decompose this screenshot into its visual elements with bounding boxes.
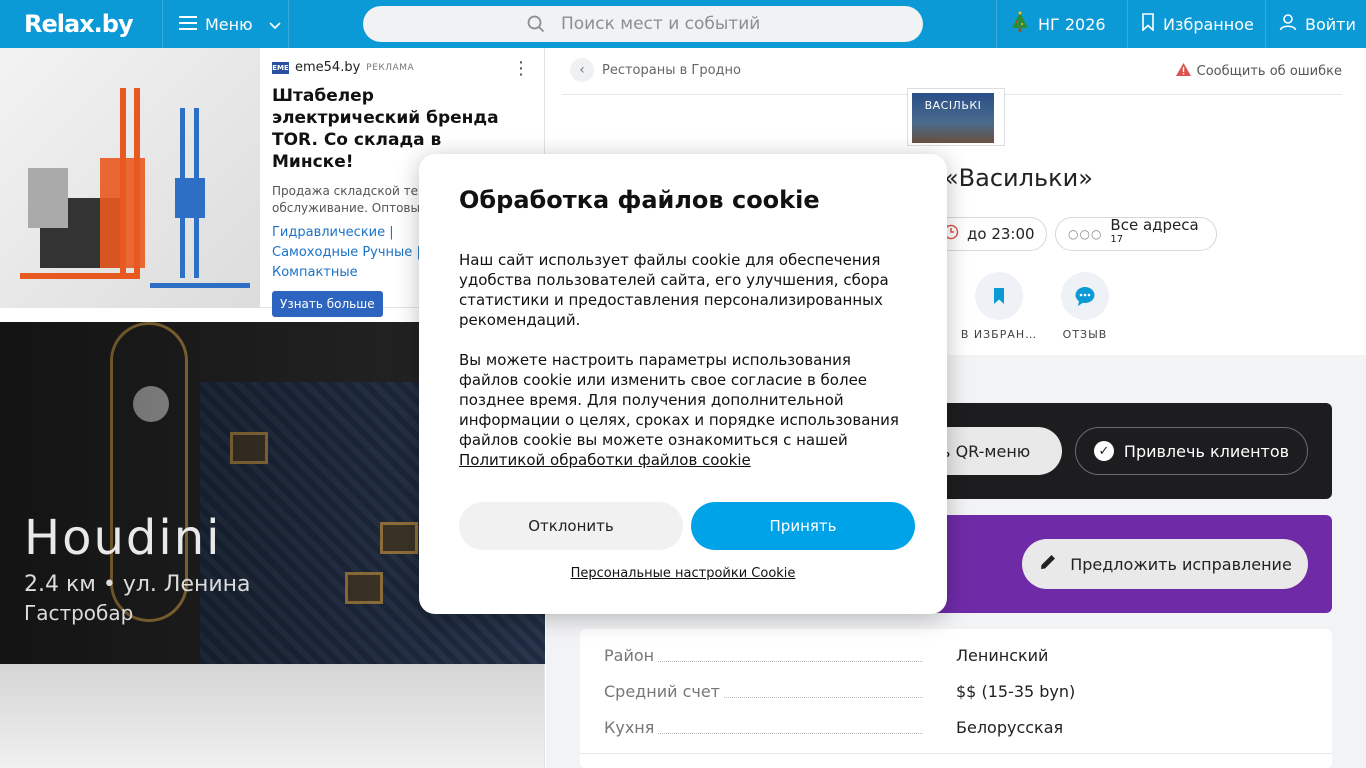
ad-learn-more-button[interactable]: Узнать больше [272, 291, 383, 317]
more-options-icon[interactable]: ⋮ [512, 60, 530, 78]
review-button[interactable]: ОТЗЫВ [1045, 272, 1125, 341]
breadcrumb[interactable]: ‹ Рестораны в Гродно [570, 58, 741, 82]
cookie-paragraph: Вы можете настроить параметры использова… [459, 351, 899, 469]
warning-icon [1175, 63, 1191, 80]
new-year-link[interactable]: НГ 2026 [996, 0, 1127, 48]
cookie-dialog-title: Обработка файлов cookie [459, 186, 820, 214]
ad-source-domain: eme54.by [295, 60, 361, 75]
suggest-edit-label: Предложить исправление [1070, 554, 1292, 574]
add-to-favorites-button[interactable]: В ИЗБРАН… [959, 272, 1039, 341]
ad-tag: РЕКЛАМА [366, 62, 415, 73]
accept-button[interactable]: Принять [691, 502, 915, 550]
favorites-label: Избранное [1163, 14, 1254, 34]
all-addresses-label: Все адреса 17 [1110, 216, 1199, 245]
ad-image[interactable] [0, 48, 260, 308]
bookmark-filled-icon [975, 272, 1023, 320]
cookie-settings-link[interactable]: Персональные настройки Cookie [419, 566, 947, 581]
site-logo[interactable]: Relax.by [0, 10, 162, 38]
info-card: Район Ленинский Средний счет $$ (15-35 b… [580, 629, 1332, 768]
christmas-tree-icon [1010, 11, 1030, 37]
info-row: Кухня Белорусская [604, 718, 1308, 738]
chat-bubble-icon [1061, 272, 1109, 320]
left-bottom-area [0, 664, 545, 768]
pencil-icon [1038, 552, 1058, 576]
attract-clients-label: Привлечь клиентов [1123, 441, 1290, 461]
promo-type: Гастробар [24, 601, 134, 625]
info-key: Район [604, 646, 659, 665]
info-key: Кухня [604, 718, 659, 737]
hours-label: до 23:00 [967, 225, 1035, 243]
header-right-nav: НГ 2026 Избранное Войти [996, 0, 1366, 48]
addresses-count: 17 [1110, 234, 1124, 245]
decline-button[interactable]: Отклонить [459, 502, 683, 550]
search-placeholder: Поиск мест и событий [561, 14, 761, 34]
breadcrumb-label[interactable]: Рестораны в Гродно [602, 63, 741, 78]
all-addresses-pill[interactable]: ○○○ Все адреса 17 [1055, 216, 1217, 251]
cookie-paragraph: Наш сайт использует файлы cookie для обе… [459, 251, 889, 329]
info-value: Ленинский [956, 646, 1049, 665]
promo-distance-address: 2.4 км • ул. Ленина [24, 572, 251, 597]
suggest-edit-button[interactable]: Предложить исправление [1022, 539, 1308, 589]
bookmark-icon [1141, 13, 1155, 35]
info-value: $$ (15-35 byn) [956, 682, 1076, 701]
attract-clients-button[interactable]: ✓ Привлечь клиентов [1075, 427, 1308, 475]
user-icon [1279, 13, 1297, 35]
promo-title: Houdini [24, 510, 222, 566]
place-logo[interactable]: ВАСІЛЬКІ [907, 88, 1005, 146]
divider [580, 753, 1332, 754]
menu-button[interactable]: Меню [162, 0, 289, 48]
search-input[interactable]: Поиск мест и событий [363, 6, 923, 42]
ad-source-badge: EME [272, 61, 289, 74]
login-link[interactable]: Войти [1265, 0, 1366, 48]
report-error-label: Сообщить об ошибке [1196, 64, 1342, 79]
info-row: Район Ленинский [604, 646, 1308, 666]
chevron-down-icon [269, 15, 281, 34]
top-header: Relax.by Меню Поиск мест и событий НГ 20… [0, 0, 1366, 48]
cookie-policy-link[interactable]: Политикой обработки файлов cookie [459, 451, 751, 469]
report-error-link[interactable]: Сообщить об ошибке [1175, 63, 1342, 80]
info-value: Белорусская [956, 718, 1064, 737]
info-row: Средний счет $$ (15-35 byn) [604, 682, 1308, 702]
menu-label: Меню [205, 14, 253, 34]
cookie-dialog-text: Наш сайт использует файлы cookie для обе… [459, 250, 911, 470]
check-circle-icon: ✓ [1093, 441, 1114, 461]
place-logo-text: ВАСІЛЬКІ [912, 93, 994, 143]
chevron-left-icon[interactable]: ‹ [570, 58, 594, 82]
hours-pill[interactable]: до 23:00 [930, 217, 1047, 251]
dots-icon: ○○○ [1068, 227, 1103, 241]
hamburger-icon [179, 15, 197, 34]
review-action-label: ОТЗЫВ [1062, 328, 1108, 341]
info-key: Средний счет [604, 682, 724, 701]
search-icon [527, 15, 545, 38]
new-year-label: НГ 2026 [1038, 14, 1106, 34]
favorites-action-label: В ИЗБРАН… [960, 328, 1038, 341]
favorites-link[interactable]: Избранное [1127, 0, 1265, 48]
cookie-dialog: Обработка файлов cookie Наш сайт использ… [419, 154, 947, 614]
login-label: Войти [1305, 14, 1356, 34]
ad-source[interactable]: EME eme54.by РЕКЛАМА [272, 60, 534, 75]
place-title: «Васильки» [944, 164, 1093, 192]
